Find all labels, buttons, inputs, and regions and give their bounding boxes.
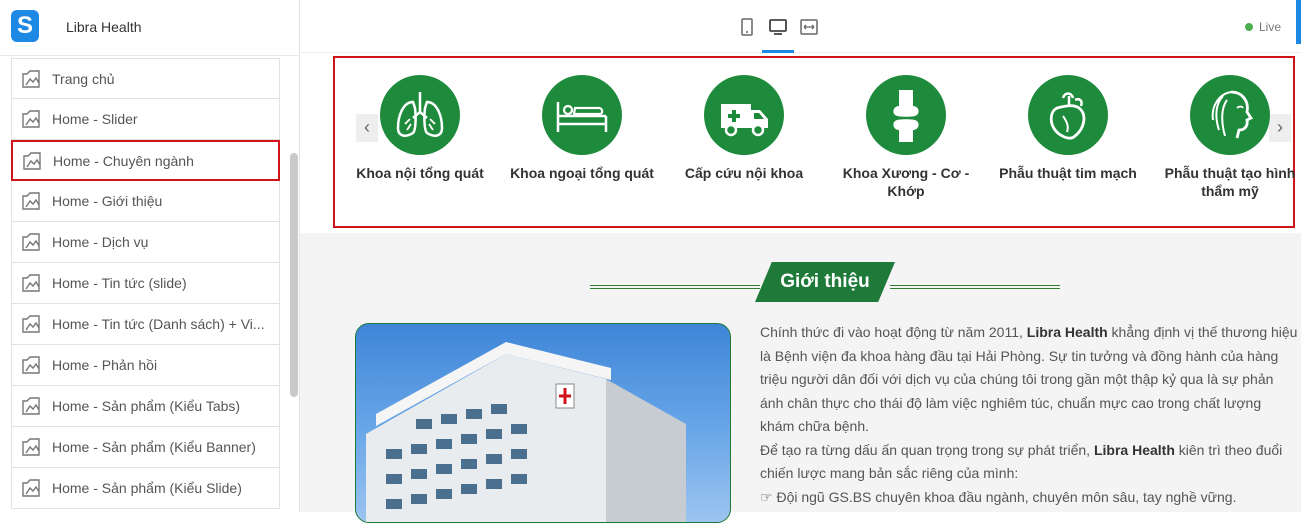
sidebar-scroll-thumb[interactable] [290,153,298,397]
picture-icon [22,69,40,88]
knee-bone-icon [893,90,919,142]
sidebar-item-label: Home - Tin tức (slide) [52,275,187,291]
picture-icon [22,315,40,333]
sidebar-item-label: Home - Sản phẩm (Kiểu Tabs) [52,398,241,414]
sidebar-item-home-dich-vu[interactable]: Home - Dịch vụ [11,222,280,263]
desktop-icon [769,19,787,35]
sidebar-item-label: Home - Dịch vụ [52,234,149,250]
sidebar-item-home-chuyen-nganh[interactable]: Home - Chuyên ngành [11,140,280,181]
sidebar-item-home-san-pham-tabs[interactable]: Home - Sản phẩm (Kiểu Tabs) [11,386,280,427]
specialty-label: Khoa Xương - Cơ - Khớp [842,165,970,199]
mobile-icon [741,18,753,36]
specialty-label: Phẫu thuật tim mạch [999,165,1137,181]
sidebar-item-label: Home - Chuyên ngành [53,152,194,169]
picture-icon [23,151,41,170]
ambulance-icon [721,104,768,137]
sidebar-item-trang-chu[interactable]: Trang chủ [11,58,280,99]
right-panel-edge[interactable] [1296,0,1301,44]
status-dot-icon [1244,23,1253,31]
selected-section-outline[interactable]: ‹ › Khoa nội tổng quát Khoa ngoại tổng q… [333,56,1295,228]
sidebar-item-label: Home - Sản phẩm (Kiểu Slide) [52,480,242,496]
sidebar-item-home-san-pham-banner[interactable]: Home - Sản phẩm (Kiểu Banner) [11,427,280,468]
specialty-icon-circle [1190,75,1270,155]
specialty-item[interactable]: Phẫu thuật tạo hình thẩm mỹ [1155,75,1301,200]
editor-topbar: Live [300,0,1301,53]
intro-paragraph-2: Để tạo ra từng dấu ấn quan trọng trong s… [760,441,1283,482]
sidebar-item-home-phan-hoi[interactable]: Home - Phản hồi [11,345,280,386]
specialty-icon-circle [704,75,784,155]
sidebar-item-label: Home - Slider [52,111,138,127]
specialty-item[interactable]: Cấp cứu nội khoa [669,75,819,182]
intro-title: Giới thiệu [755,262,895,302]
sidebar-item-label: Trang chủ [52,70,115,87]
desktop-view-button[interactable] [768,17,788,37]
hospital-building-image [355,323,731,523]
intro-text: Chính thức đi vào hoạt động từ năm 2011,… [760,321,1298,509]
heart-icon [1049,92,1086,140]
fullwidth-icon [800,19,818,35]
mobile-view-button[interactable] [737,17,757,37]
sidebar-item-home-tin-tuc-slide[interactable]: Home - Tin tức (slide) [11,263,280,304]
intro-paragraph-1: Chính thức đi vào hoạt động từ năm 2011,… [760,324,1298,434]
specialty-icon-circle [542,75,622,155]
page-preview-canvas: ‹ › Khoa nội tổng quát Khoa ngoại tổng q… [300,53,1301,523]
pointing-hand-icon: ☞ [760,488,773,505]
specialty-icon-circle [1028,75,1108,155]
specialty-label: Cấp cứu nội khoa [684,165,804,181]
specialty-item[interactable]: Phẫu thuật tim mạch [993,75,1143,182]
hospital-bed-icon [556,102,608,132]
sidebar: S Libra Health Trang chủ Home - Slider H… [0,0,300,512]
heading-rule-left [590,285,760,289]
live-status: Live [1244,20,1281,34]
picture-icon [22,438,40,456]
picture-icon [22,192,40,210]
sidebar-scrollbar[interactable] [289,58,298,512]
picture-icon [22,356,40,374]
intro-heading: Giới thiệu [590,262,1060,302]
sidebar-item-label: Home - Phản hồi [52,357,158,373]
picture-icon [22,274,40,292]
picture-icon [22,479,40,497]
beauty-face-icon [1211,90,1254,139]
specialty-item[interactable]: Khoa nội tổng quát [345,75,495,182]
specialty-item[interactable]: Khoa Xương - Cơ - Khớp [831,75,981,200]
sidebar-item-label: Home - Tin tức (Danh sách) + Vi... [52,316,265,332]
specialty-label: Phẫu thuật tạo hình thẩm mỹ [1164,165,1296,199]
live-status-label: Live [1258,20,1281,34]
intro-bullet-1: ☞ Đội ngũ GS.BS chuyên khoa đầu ngành, c… [760,488,1237,505]
specialty-icon-circle [380,75,460,155]
page-section-list: Trang chủ Home - Slider Home - Chuyên ng… [11,58,280,509]
picture-icon [22,233,40,251]
picture-icon [22,110,40,128]
specialty-label: Khoa nội tổng quát [356,165,484,181]
sidebar-item-home-san-pham-slide[interactable]: Home - Sản phẩm (Kiểu Slide) [11,468,280,509]
specialty-icon-circle [866,75,946,155]
picture-icon [22,397,40,415]
specialty-item[interactable]: Khoa ngoại tổng quát [507,75,657,182]
specialty-section: ‹ › Khoa nội tổng quát Khoa ngoại tổng q… [300,53,1301,233]
heading-rule-right [890,285,1060,289]
sidebar-item-home-gioi-thieu[interactable]: Home - Giới thiệu [11,181,280,222]
fullwidth-view-button[interactable] [799,17,819,37]
app-logo[interactable]: S [11,10,39,42]
sidebar-item-label: Home - Sản phẩm (Kiểu Banner) [52,439,256,455]
app-name: Libra Health [66,19,142,35]
sidebar-item-label: Home - Giới thiệu [52,193,163,209]
sidebar-item-home-slider[interactable]: Home - Slider [11,99,280,140]
hospital-building-illustration [366,342,686,522]
brand-header: S Libra Health [0,0,300,56]
lungs-icon [396,92,444,137]
specialty-label: Khoa ngoại tổng quát [510,165,654,181]
sidebar-item-home-tin-tuc-danh-sach[interactable]: Home - Tin tức (Danh sách) + Vi... [11,304,280,345]
